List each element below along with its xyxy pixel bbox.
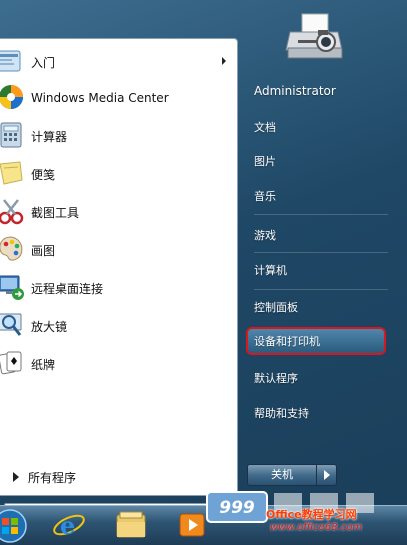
watermark-logo-icon: 999	[206, 491, 268, 523]
computer-link[interactable]: 计算机	[248, 256, 388, 284]
submenu-arrow-icon	[222, 57, 226, 65]
program-windows-media-center[interactable]: Windows Media Center	[0, 80, 236, 116]
program-getting-started[interactable]: 入门	[0, 44, 236, 80]
program-label: 截图工具	[31, 205, 80, 220]
pictures-link[interactable]: 图片	[248, 147, 388, 175]
svg-text:e: e	[60, 511, 75, 540]
program-snipping-tool[interactable]: 截图工具	[0, 194, 236, 230]
program-label: 画图	[31, 243, 56, 258]
shutdown-options-button[interactable]	[316, 464, 337, 486]
start-menu: 入门 Windows Media Center 计算器 便笺 截图工具 画图 远…	[0, 0, 407, 525]
separator	[254, 214, 388, 215]
shutdown-button[interactable]: 关机	[247, 464, 317, 486]
watermark-site-url: www.office68.com	[270, 522, 363, 533]
sticky-notes-icon	[0, 161, 23, 185]
remote-desktop-icon	[0, 275, 24, 300]
program-magnifier[interactable]: 放大镜	[0, 308, 236, 344]
program-paint[interactable]: 画图	[0, 232, 236, 268]
watermark-badge: 999	[219, 498, 255, 518]
snipping-tool-icon	[0, 199, 24, 225]
media-center-icon	[0, 85, 23, 109]
documents-link[interactable]: 文档	[248, 113, 388, 141]
program-label: Windows Media Center	[31, 91, 169, 105]
games-link[interactable]: 游戏	[248, 221, 388, 249]
separator	[254, 252, 388, 253]
program-remote-desktop[interactable]: 远程桌面连接	[0, 270, 236, 306]
user-name-link[interactable]: Administrator	[248, 77, 388, 105]
getting-started-icon	[0, 50, 21, 72]
places-pane: Administrator 文档 图片 音乐 游戏 计算机 控制面板 设备和打印…	[238, 0, 407, 505]
watermark-site-label: Office教程学习网	[266, 508, 357, 521]
program-calculator[interactable]: 计算器	[0, 118, 236, 154]
program-label: 入门	[31, 55, 56, 70]
program-label: 纸牌	[31, 357, 56, 372]
arrow-right-icon	[324, 470, 330, 480]
program-solitaire[interactable]: 纸牌	[0, 346, 236, 382]
default-programs-link[interactable]: 默认程序	[248, 364, 388, 392]
program-label: 计算器	[31, 129, 68, 144]
program-sticky-notes[interactable]: 便笺	[0, 156, 236, 192]
calculator-icon	[0, 122, 22, 148]
printer-icon	[285, 13, 343, 59]
control-panel-link[interactable]: 控制面板	[248, 293, 388, 321]
all-programs-button[interactable]: 所有程序	[0, 467, 236, 487]
program-label: 放大镜	[31, 319, 68, 334]
internet-explorer-icon[interactable]: e	[52, 508, 86, 542]
program-label: 便笺	[31, 167, 56, 182]
music-link[interactable]: 音乐	[248, 182, 388, 210]
arrow-right-icon	[13, 472, 19, 482]
devices-and-printers-link[interactable]: 设备和打印机	[246, 327, 386, 355]
magnifier-icon	[0, 313, 22, 336]
separator	[254, 289, 388, 290]
programs-pane: 入门 Windows Media Center 计算器 便笺 截图工具 画图 远…	[0, 38, 238, 525]
help-and-support-link[interactable]: 帮助和支持	[248, 399, 388, 427]
solitaire-icon	[0, 351, 22, 375]
all-programs-label: 所有程序	[28, 471, 77, 485]
paint-icon	[0, 236, 23, 261]
file-explorer-icon[interactable]	[114, 508, 148, 542]
start-orb-icon[interactable]	[0, 508, 28, 544]
program-label: 远程桌面连接	[31, 281, 104, 296]
